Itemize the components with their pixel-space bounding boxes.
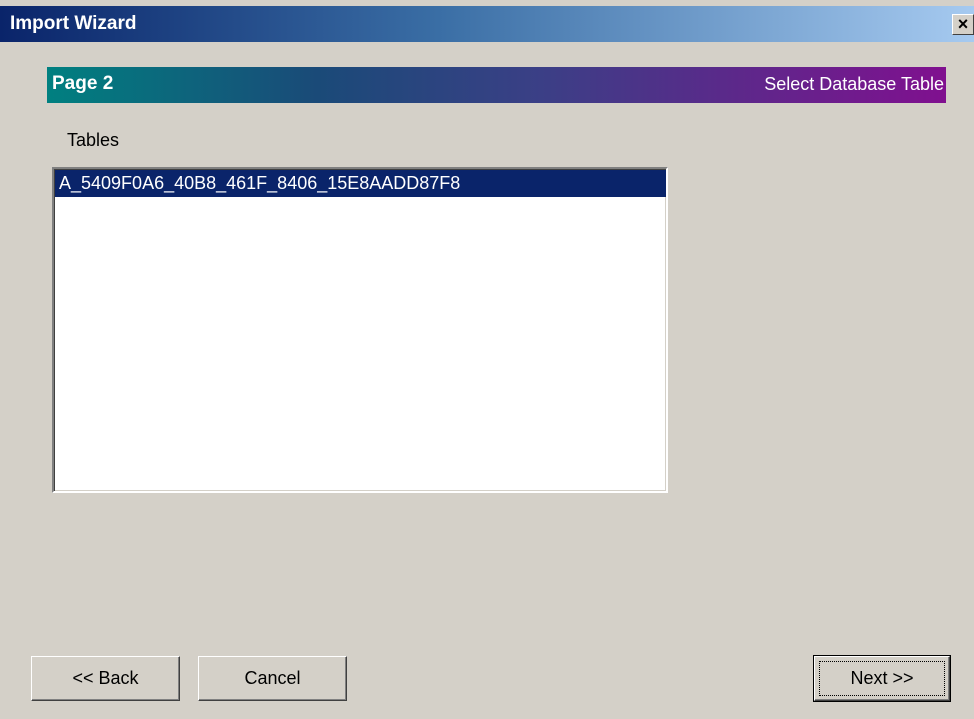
close-icon: × bbox=[957, 14, 969, 34]
page-banner: Page 2 Select Database Table bbox=[47, 67, 946, 103]
tables-listbox[interactable]: A_5409F0A6_40B8_461F_8406_15E8AADD87F8 bbox=[52, 167, 668, 493]
next-button[interactable]: Next >> bbox=[813, 655, 951, 702]
window-title: Import Wizard bbox=[10, 13, 137, 34]
back-button[interactable]: << Back bbox=[31, 656, 180, 701]
cancel-button[interactable]: Cancel bbox=[198, 656, 347, 701]
title-bar[interactable]: Import Wizard × bbox=[0, 6, 974, 42]
close-button[interactable]: × bbox=[952, 14, 974, 35]
import-wizard-window: Import Wizard × Page 2 Select Database T… bbox=[0, 0, 974, 719]
page-description: Select Database Table bbox=[764, 74, 944, 94]
page-number: Page 2 bbox=[52, 73, 114, 94]
list-item[interactable]: A_5409F0A6_40B8_461F_8406_15E8AADD87F8 bbox=[55, 170, 666, 197]
tables-label: Tables bbox=[67, 130, 120, 150]
